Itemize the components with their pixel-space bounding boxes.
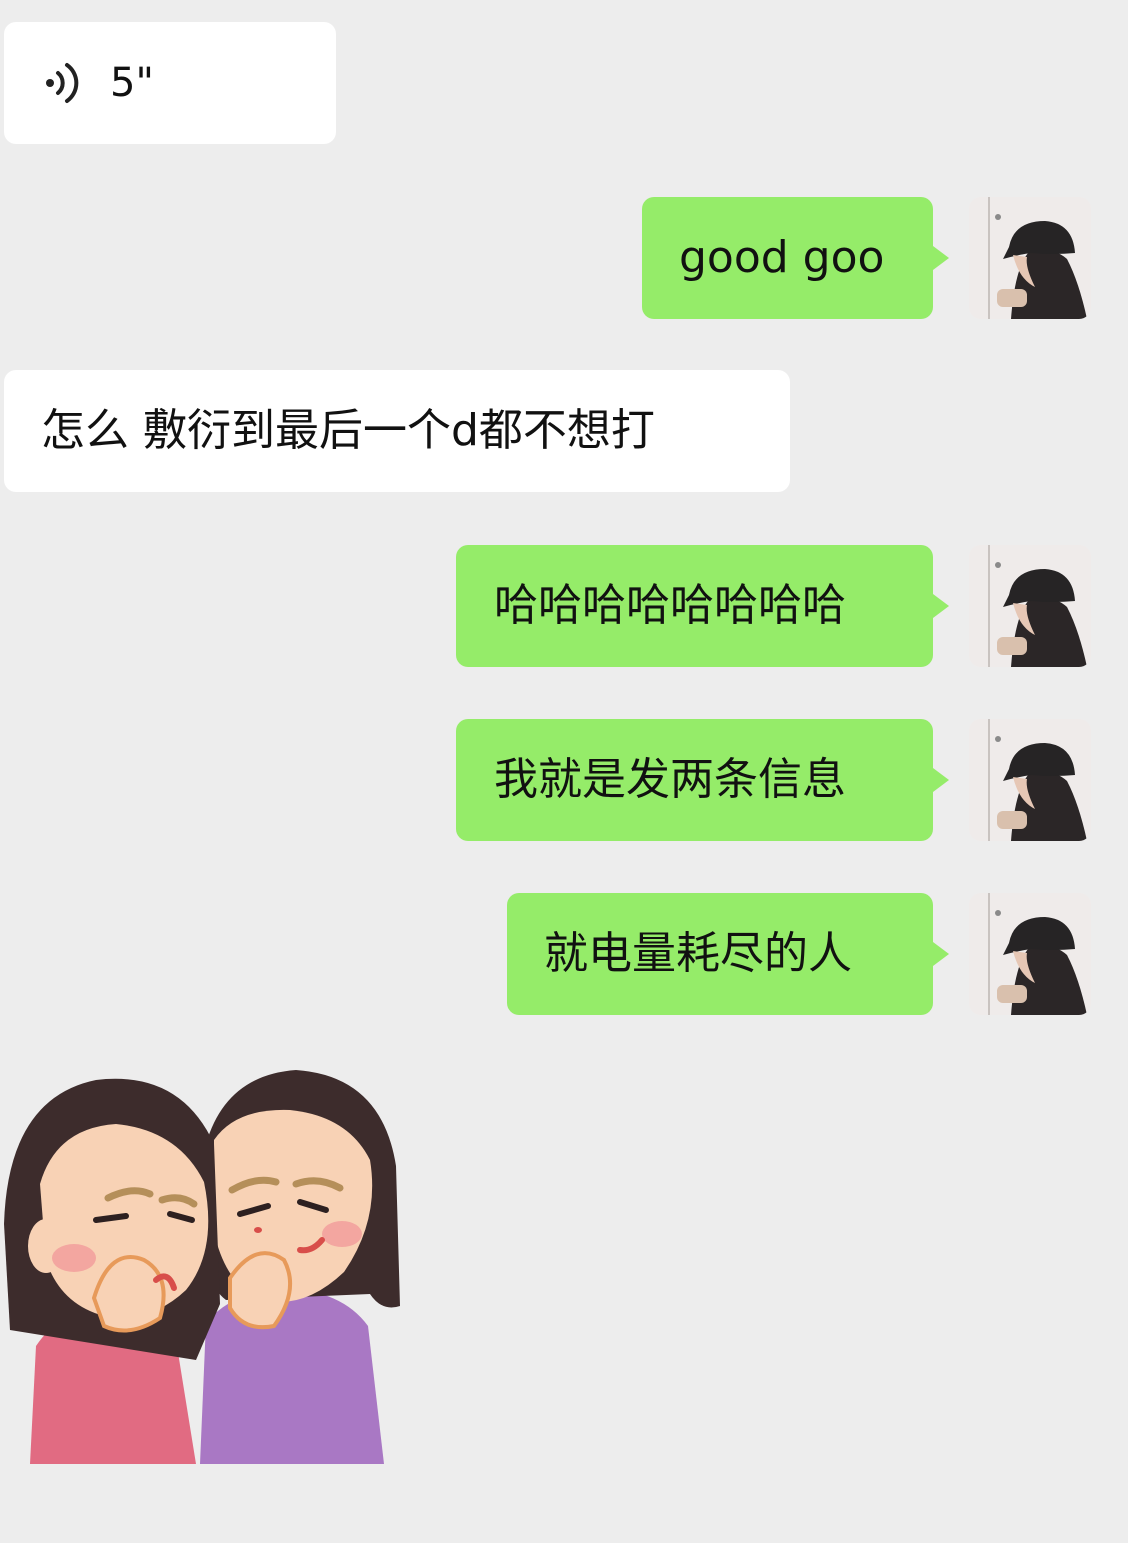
user-avatar[interactable] [969,719,1091,841]
user-avatar[interactable] [969,545,1091,667]
chat-area: 5" good goo 怎么 敷衍到最后一个d都不想打 哈哈哈哈哈哈哈哈 我就是… [0,0,1128,1543]
voice-wave-icon [44,61,84,105]
message-bubble-incoming[interactable]: 怎么 敷衍到最后一个d都不想打 [4,370,790,492]
voice-message-bubble[interactable]: 5" [4,22,336,144]
message-bubble-dianliang[interactable]: 就电量耗尽的人 [507,893,949,1015]
voice-duration: 5" [110,60,154,106]
message-bubble-good-goo[interactable]: good goo [642,197,949,319]
message-text: good goo [679,232,885,283]
whispering-girls-sticker[interactable] [0,1064,400,1464]
message-text: 就电量耗尽的人 [544,928,852,979]
message-bubble-haha[interactable]: 哈哈哈哈哈哈哈哈 [456,545,949,667]
message-text: 我就是发两条信息 [494,754,846,805]
message-text: 怎么 敷衍到最后一个d都不想打 [41,405,655,456]
message-bubble-liangtiao[interactable]: 我就是发两条信息 [456,719,949,841]
user-avatar[interactable] [969,197,1091,319]
user-avatar[interactable] [969,893,1091,1015]
message-text: 哈哈哈哈哈哈哈哈 [494,580,846,631]
